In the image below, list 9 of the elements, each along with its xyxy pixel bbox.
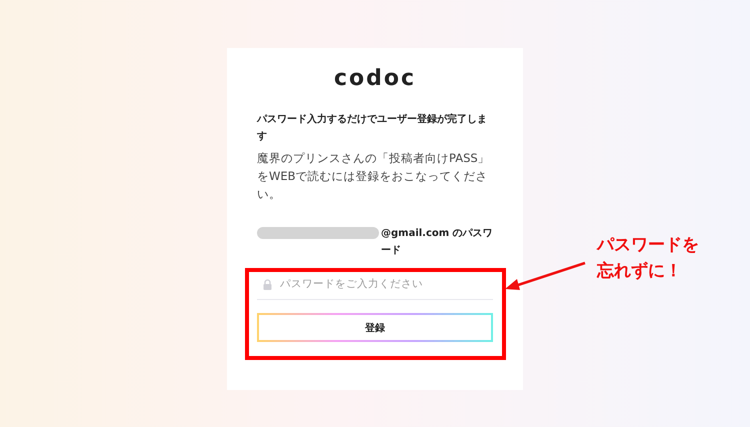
password-field[interactable]: パスワードをご入力ください: [278, 277, 487, 291]
email-label: @gmail.com のパスワード: [381, 227, 493, 258]
lock-icon: [263, 278, 272, 290]
callout-line: 忘れずに！: [597, 260, 683, 283]
register-button[interactable]: 登録: [257, 313, 493, 342]
description: 魔界のプリンスさんの「投稿者向けPASS」をWEBで読むには登録をおこなってください。: [257, 150, 491, 203]
heading: パスワード入力するだけでユーザー登録が完了します: [257, 112, 488, 144]
callout-line: パスワードを: [597, 234, 699, 257]
codoc-logo: codoc: [332, 66, 418, 91]
